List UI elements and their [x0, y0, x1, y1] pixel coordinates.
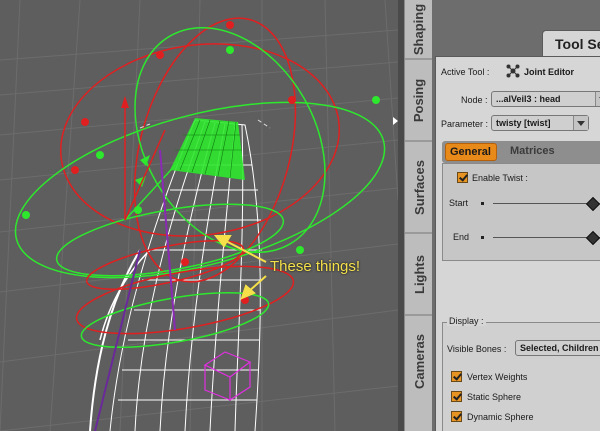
parameter-dropdown-value: twisty [twist]: [496, 118, 551, 128]
end-slider[interactable]: [493, 237, 600, 238]
visible-bones-value: Selected, Children: [520, 343, 599, 353]
tab-general-label: General: [450, 146, 491, 158]
general-tab-content: Enable Twist : Start End: [442, 163, 600, 261]
tab-posing-label: Posing: [411, 78, 427, 122]
floor-grid: [0, 0, 398, 431]
node-dropdown[interactable]: ...alVeil3 : head: [491, 91, 600, 107]
start-label: Start: [449, 198, 469, 208]
visible-bones-dropdown[interactable]: Selected, Children: [515, 340, 600, 356]
side-tab-strip-inner: Shaping Posing Surfaces Lights Cameras: [404, 0, 433, 431]
parameter-dropdown[interactable]: twisty [twist]: [491, 115, 589, 131]
magenta-cube: [203, 351, 252, 401]
chevron-down-icon: [595, 92, 600, 106]
enable-twist-checkbox[interactable]: [457, 172, 468, 183]
tab-shaping[interactable]: Shaping: [405, 0, 433, 58]
enable-twist-label: Enable Twist :: [472, 173, 528, 183]
side-tab-strip: Shaping Posing Surfaces Lights Cameras: [398, 0, 433, 431]
subtab-bar: General Matrices: [442, 141, 600, 163]
end-label: End: [453, 232, 470, 242]
tool-settings-tab[interactable]: Tool Se: [542, 30, 600, 57]
dynamic-sphere-checkbox[interactable]: [451, 411, 462, 422]
tab-general[interactable]: General: [445, 143, 497, 161]
vertex-weights-label: Vertex Weights: [467, 372, 528, 382]
end-slider-min: [481, 236, 484, 239]
start-slider-handle[interactable]: [585, 196, 600, 212]
green-selected-region: [170, 118, 245, 180]
node-label: Node :: [461, 95, 488, 105]
static-sphere-checkbox[interactable]: [451, 391, 462, 402]
display-label: Display :: [447, 316, 486, 326]
visible-bones-label: Visible Bones :: [447, 344, 507, 354]
active-tool-value: Joint Editor: [524, 67, 574, 77]
tab-surfaces[interactable]: Surfaces: [405, 142, 433, 232]
tab-cameras-label: Cameras: [411, 333, 427, 389]
display-group: Display : Visible Bones : Selected, Chil…: [442, 316, 600, 431]
chevron-down-icon: [573, 116, 588, 130]
node-dropdown-value: ...alVeil3 : head: [496, 94, 561, 104]
joint-editor-icon: [506, 64, 520, 78]
3d-viewport[interactable]: These things!: [0, 0, 398, 431]
tab-shaping-label: Shaping: [411, 3, 427, 55]
active-tool-label: Active Tool :: [441, 67, 490, 77]
annotation-text: These things!: [270, 258, 361, 275]
start-slider-min: [481, 202, 484, 205]
dynamic-sphere-label: Dynamic Sphere: [467, 412, 534, 422]
tab-lights-label: Lights: [411, 254, 427, 294]
tab-posing[interactable]: Posing: [405, 60, 433, 140]
tab-cameras[interactable]: Cameras: [405, 316, 433, 406]
tab-lights[interactable]: Lights: [405, 234, 433, 314]
tool-settings-panel: Tool Se Active Tool : Joint Editor Node …: [432, 0, 600, 431]
tab-matrices[interactable]: Matrices: [510, 145, 555, 157]
viewport-scene: [0, 0, 398, 431]
tool-settings-title: Tool Se: [555, 36, 600, 52]
parameter-label: Parameter :: [441, 119, 489, 129]
app-window: These things! Shaping Posing Surfaces Li…: [0, 0, 600, 431]
end-slider-handle[interactable]: [585, 230, 600, 246]
static-sphere-label: Static Sphere: [467, 392, 522, 402]
tab-surfaces-label: Surfaces: [411, 159, 427, 215]
start-slider[interactable]: [493, 203, 600, 204]
tool-settings-body: Active Tool : Joint Editor Node : ...alV…: [435, 56, 600, 431]
vertex-weights-checkbox[interactable]: [451, 371, 462, 382]
